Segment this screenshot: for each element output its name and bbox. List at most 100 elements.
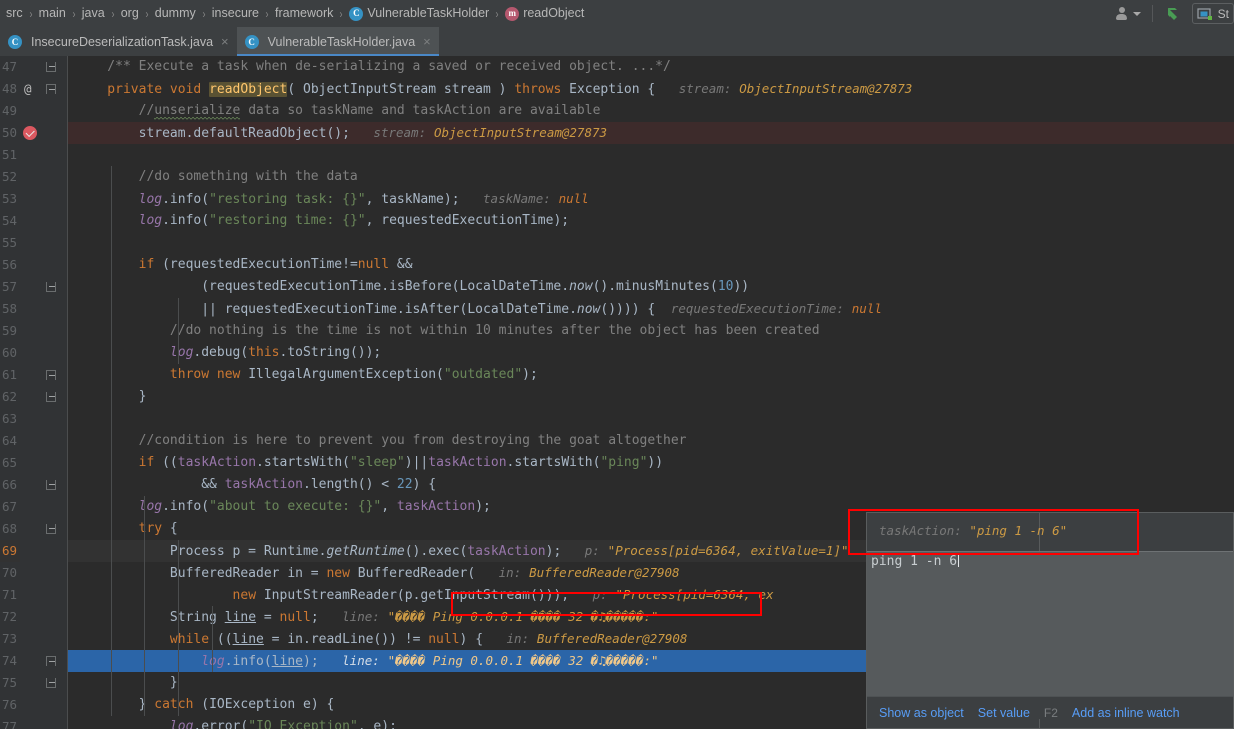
gutter-row	[20, 188, 68, 210]
breadcrumb-label: org	[120, 6, 139, 20]
inline-hint-value: "Process[pid=6364, ex	[615, 587, 774, 602]
popup-value-editor[interactable]: ping 1 -n 6	[867, 551, 1233, 696]
popup-value-editor-text[interactable]: ping 1 -n 6	[871, 552, 960, 572]
breadcrumb-item-dummy[interactable]: dummy	[153, 0, 198, 27]
line-number: 75	[1, 675, 17, 690]
code-line-57[interactable]: (requestedExecutionTime.isBefore(LocalDa…	[68, 276, 1234, 298]
fold-marker-icon[interactable]	[46, 392, 56, 402]
fold-marker-icon[interactable]	[46, 480, 56, 490]
code-line-60[interactable]: log.debug(this.toString());	[68, 342, 1234, 364]
tab-VulnerableTaskHolder[interactable]: C VulnerableTaskHolder.java ×	[236, 27, 439, 56]
code-line-61[interactable]: throw new IllegalArgumentException("outd…	[68, 364, 1234, 386]
gutter-row	[20, 562, 68, 584]
debugger-set-value-popup[interactable]: taskAction: "ping 1 -n 6" ping 1 -n 6 Sh…	[866, 512, 1234, 729]
line-number: 65	[1, 455, 17, 470]
code-text: /** Execute a task when de-serializing a…	[76, 59, 671, 74]
line-number: 60	[1, 345, 17, 360]
code-text: }	[76, 675, 178, 690]
breadcrumb-separator-icon: ›	[72, 6, 76, 21]
popup-variable-value: "ping 1 -n 6"	[969, 523, 1068, 538]
popup-editor-scrollbar[interactable]	[1224, 552, 1233, 696]
code-line-58[interactable]: || requestedExecutionTime.isAfter(LocalD…	[68, 298, 1234, 320]
code-line-53[interactable]: log.info("restoring task: {}", taskName)…	[68, 188, 1234, 210]
annotation-marker-icon: @	[24, 81, 32, 96]
fold-marker-icon[interactable]	[46, 84, 56, 94]
gutter-row	[20, 584, 68, 606]
fold-marker-icon[interactable]	[46, 524, 56, 534]
breadcrumb-separator-icon: ›	[202, 6, 206, 21]
popup-resize-grip[interactable]	[1039, 719, 1040, 728]
set-value-shortcut: F2	[1043, 705, 1058, 720]
breadcrumb-item-java[interactable]: java	[80, 0, 107, 27]
code-line-65[interactable]: if ((taskAction.startsWith("sleep")||tas…	[68, 452, 1234, 474]
editor-gutter[interactable]: 47 48 49 50 51 52 53 54 55 56 57 58 59 6…	[0, 56, 68, 729]
gutter-markers[interactable]: @	[20, 56, 68, 716]
breadcrumb-label: framework	[275, 6, 334, 20]
breadcrumb-item-method[interactable]: m readObject	[503, 0, 586, 27]
fold-marker-icon[interactable]	[46, 678, 56, 688]
tab-InsecureDeserializationTask[interactable]: C InsecureDeserializationTask.java ×	[0, 27, 237, 56]
breadcrumb-item-framework[interactable]: framework	[273, 0, 335, 27]
code-line-54[interactable]: log.info("restoring time: {}", requested…	[68, 210, 1234, 232]
line-number: 59	[1, 323, 17, 338]
code-line-52[interactable]: //do something with the data	[68, 166, 1234, 188]
code-line-59[interactable]: //do nothing is the time is not within 1…	[68, 320, 1234, 342]
line-number: 66	[1, 477, 17, 492]
editor-tabbar: C InsecureDeserializationTask.java × C V…	[0, 27, 1234, 56]
green-back-arrow-icon[interactable]	[1164, 4, 1186, 24]
code-line-63[interactable]	[68, 408, 1234, 430]
code-line-50[interactable]: stream.defaultReadObject(); stream: Obje…	[68, 122, 1234, 144]
code-line-56[interactable]: if (requestedExecutionTime!=null &&	[68, 254, 1234, 276]
breadcrumb-item-class[interactable]: C VulnerableTaskHolder	[347, 0, 491, 27]
line-number: 47	[1, 59, 17, 74]
fold-marker-icon[interactable]	[46, 62, 56, 72]
popup-value-editor-value: ping 1 -n 6	[871, 554, 958, 569]
add-as-inline-watch-link[interactable]: Add as inline watch	[1072, 706, 1180, 720]
breadcrumb-separator-icon: ›	[265, 6, 269, 21]
fold-marker-icon[interactable]	[46, 282, 56, 292]
run-configuration-label: St	[1217, 6, 1229, 21]
code-line-49[interactable]: //unserialize data so taskName and taskA…	[68, 100, 1234, 122]
code-line-55[interactable]	[68, 232, 1234, 254]
breadcrumb-separator-icon: ›	[111, 6, 115, 21]
breadcrumb-label: java	[81, 6, 105, 20]
run-configuration-widget[interactable]: St	[1191, 3, 1234, 24]
line-number: 76	[1, 697, 17, 712]
code-line-48[interactable]: private void readObject( ObjectInputStre…	[68, 78, 1234, 100]
gutter-row	[20, 650, 68, 672]
close-icon[interactable]: ×	[221, 35, 229, 48]
gutter-row	[20, 628, 68, 650]
close-icon[interactable]: ×	[423, 35, 431, 48]
code-line-64[interactable]: //condition is here to prevent you from …	[68, 430, 1234, 452]
gutter-row	[20, 694, 68, 716]
fold-marker-icon[interactable]	[46, 656, 56, 666]
inline-hint-label: line:	[342, 653, 380, 668]
breakpoint-icon[interactable]	[23, 126, 37, 140]
code-line-66[interactable]: && taskAction.length() < 22) {	[68, 474, 1234, 496]
breadcrumb-label: readObject	[523, 6, 585, 20]
code-line-47[interactable]: /** Execute a task when de-serializing a…	[68, 56, 1234, 78]
code-line-62[interactable]: }	[68, 386, 1234, 408]
inline-hint-value: BufferedReader@27908	[536, 631, 688, 646]
popup-actions-toolbar: Show as object Set value F2 Add as inlin…	[867, 696, 1233, 728]
gutter-row	[20, 166, 68, 188]
method-icon: m	[505, 6, 520, 21]
gutter-row	[20, 408, 68, 430]
gutter-row	[20, 210, 68, 232]
breadcrumb-item-src[interactable]: src	[4, 0, 25, 27]
show-as-object-link[interactable]: Show as object	[879, 706, 964, 720]
set-value-link[interactable]: Set value	[978, 706, 1030, 720]
inline-hint-label: line:	[342, 609, 380, 624]
class-icon: C	[8, 34, 22, 49]
line-number: 58	[1, 301, 17, 316]
tab-label: InsecureDeserializationTask.java	[31, 34, 214, 49]
line-number-column: 47 48 49 50 51 52 53 54 55 56 57 58 59 6…	[0, 56, 20, 729]
code-line-51[interactable]	[68, 144, 1234, 166]
class-icon: C	[244, 34, 259, 49]
breadcrumb-item-org[interactable]: org	[119, 0, 141, 27]
fold-marker-icon[interactable]	[46, 370, 56, 380]
breadcrumb-item-main[interactable]: main	[37, 0, 68, 27]
breadcrumb-item-insecure[interactable]: insecure	[210, 0, 261, 27]
line-number: 50	[1, 125, 17, 140]
user-account-button[interactable]	[1110, 7, 1147, 20]
